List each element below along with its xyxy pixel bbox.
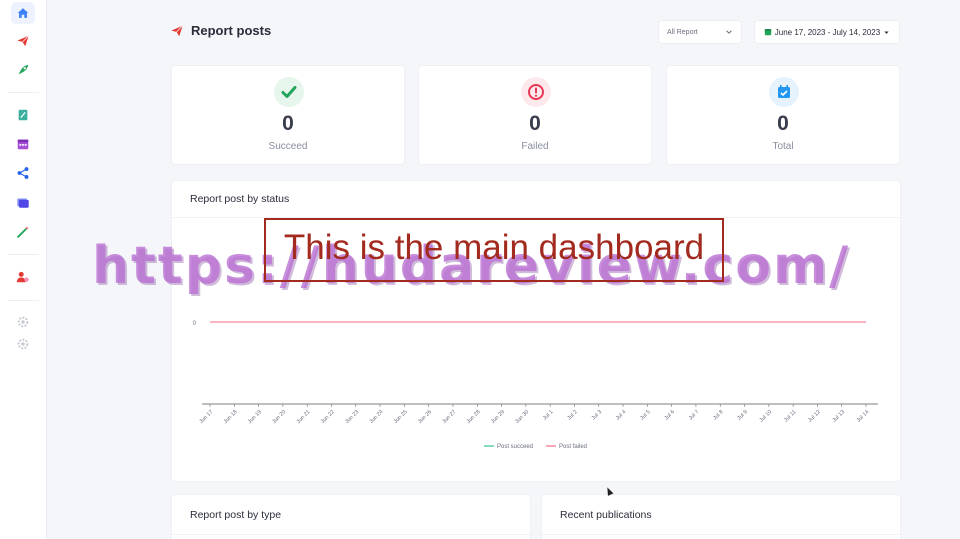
stat-icon-wrap	[769, 77, 799, 107]
stat-value: 0	[777, 112, 789, 135]
legend-label: Post succeed	[497, 444, 533, 450]
stat-card-succeed: 0 Succeed	[171, 65, 405, 165]
stat-label: Total	[772, 141, 794, 152]
magic-wand-icon	[17, 226, 29, 238]
x-tick-label: Jul 12	[807, 409, 822, 424]
sidebar-item-tools[interactable]	[11, 221, 35, 243]
x-tick-label: Jul 11	[783, 409, 797, 423]
caption-text: This is the main dashboard	[283, 228, 705, 267]
stat-card-total: 0 Total	[666, 65, 900, 165]
caret-down-icon	[884, 30, 889, 34]
sidebar-item-team[interactable]	[11, 266, 35, 288]
alert-badge-icon	[528, 84, 544, 100]
file-edit-icon	[18, 109, 28, 121]
calendar-icon	[764, 29, 771, 36]
panel-title: Recent publications	[560, 509, 652, 521]
stat-label: Succeed	[268, 141, 308, 152]
x-tick-label: Jul 5	[639, 409, 651, 421]
x-tick-label: Jul 3	[591, 409, 603, 421]
paper-plane-icon	[17, 35, 29, 47]
x-tick-label: Jul 2	[566, 409, 578, 421]
legend-label: Post failed	[559, 444, 587, 450]
type-chart-panel: Report post by type	[171, 494, 531, 539]
caption-box: This is the main dashboard	[264, 218, 724, 282]
stat-icon-wrap	[521, 77, 551, 107]
stat-icon-wrap	[274, 77, 304, 107]
page-title-group: Report posts	[170, 23, 271, 38]
x-tick-label: Jul 13	[831, 409, 846, 424]
calendar-check-icon	[778, 85, 790, 98]
page-title: Report posts	[191, 23, 272, 38]
x-tick-label: Jun 21	[296, 409, 312, 425]
chevron-down-icon	[726, 30, 732, 34]
stat-value: 0	[529, 112, 541, 135]
panel-divider	[172, 534, 530, 535]
stat-card-failed: 0 Failed	[418, 65, 652, 165]
settings-icon	[17, 338, 29, 350]
x-tick-label: Jul 9	[736, 409, 748, 421]
sidebar-item-home[interactable]	[11, 2, 35, 24]
panel-title: Report post by type	[190, 509, 282, 521]
panel-divider	[542, 534, 900, 535]
sidebar-item-groups[interactable]	[11, 191, 35, 213]
sidebar-item-settings[interactable]	[11, 311, 35, 333]
x-tick-label: Jun 25	[393, 409, 409, 425]
x-tick-label: Jul 7	[688, 409, 700, 421]
sidebar-divider	[8, 92, 39, 93]
check-badge-icon	[281, 86, 297, 98]
x-tick-label: Jun 17	[198, 409, 214, 425]
rocket-icon	[18, 64, 29, 75]
calendar-icon	[17, 139, 29, 150]
date-range-picker[interactable]: June 17, 2023 - July 14, 2023	[754, 20, 900, 44]
x-tick-label: Jul 14	[856, 409, 871, 424]
report-filter-select[interactable]: All Report	[658, 20, 742, 44]
x-tick-label: Jun 26	[417, 409, 433, 425]
x-tick-label: Jun 29	[490, 409, 506, 425]
share-icon	[17, 167, 29, 179]
stat-label: Failed	[521, 141, 549, 152]
settings-icon	[17, 316, 29, 328]
sidebar-divider	[8, 254, 39, 255]
stat-value: 0	[282, 112, 294, 135]
recent-publications-panel: Recent publications	[541, 494, 901, 539]
x-tick-label: Jun 24	[369, 409, 385, 425]
x-tick-label: Jul 8	[712, 409, 724, 421]
users-icon	[16, 271, 29, 283]
sidebar-item-drafts[interactable]	[11, 104, 35, 126]
x-tick-label: Jun 22	[320, 409, 336, 425]
x-tick-label: Jun 19	[247, 409, 263, 425]
x-tick-label: Jun 30	[514, 409, 530, 425]
sidebar	[0, 0, 47, 539]
x-tick-label: Jun 20	[271, 409, 287, 425]
page-header: Report posts All Report June 17, 2023 - …	[170, 20, 900, 44]
y-tick-label: 0	[193, 321, 197, 327]
x-tick-label: Jun 28	[466, 409, 482, 425]
paper-plane-icon	[171, 25, 183, 36]
date-range-value: June 17, 2023 - July 14, 2023	[774, 27, 881, 37]
report-filter-value: All Report	[667, 28, 698, 36]
x-tick-label: Jul 6	[664, 409, 676, 421]
sidebar-item-calendar[interactable]	[11, 133, 35, 155]
sidebar-item-campaigns[interactable]	[11, 59, 35, 81]
x-tick-label: Jun 27	[441, 409, 457, 425]
x-tick-label: Jun 23	[344, 409, 360, 425]
folders-icon	[17, 198, 29, 208]
x-tick-label: Jun 18	[223, 409, 239, 425]
sidebar-item-publish[interactable]	[11, 30, 35, 52]
home-icon	[17, 8, 29, 18]
sidebar-item-accounts[interactable]	[11, 162, 35, 184]
x-tick-label: Jul 4	[615, 409, 627, 421]
x-tick-label: Jul 10	[759, 409, 774, 424]
sidebar-divider	[8, 300, 39, 301]
x-tick-label: Jul 1	[542, 409, 554, 421]
sidebar-item-system[interactable]	[11, 333, 35, 355]
